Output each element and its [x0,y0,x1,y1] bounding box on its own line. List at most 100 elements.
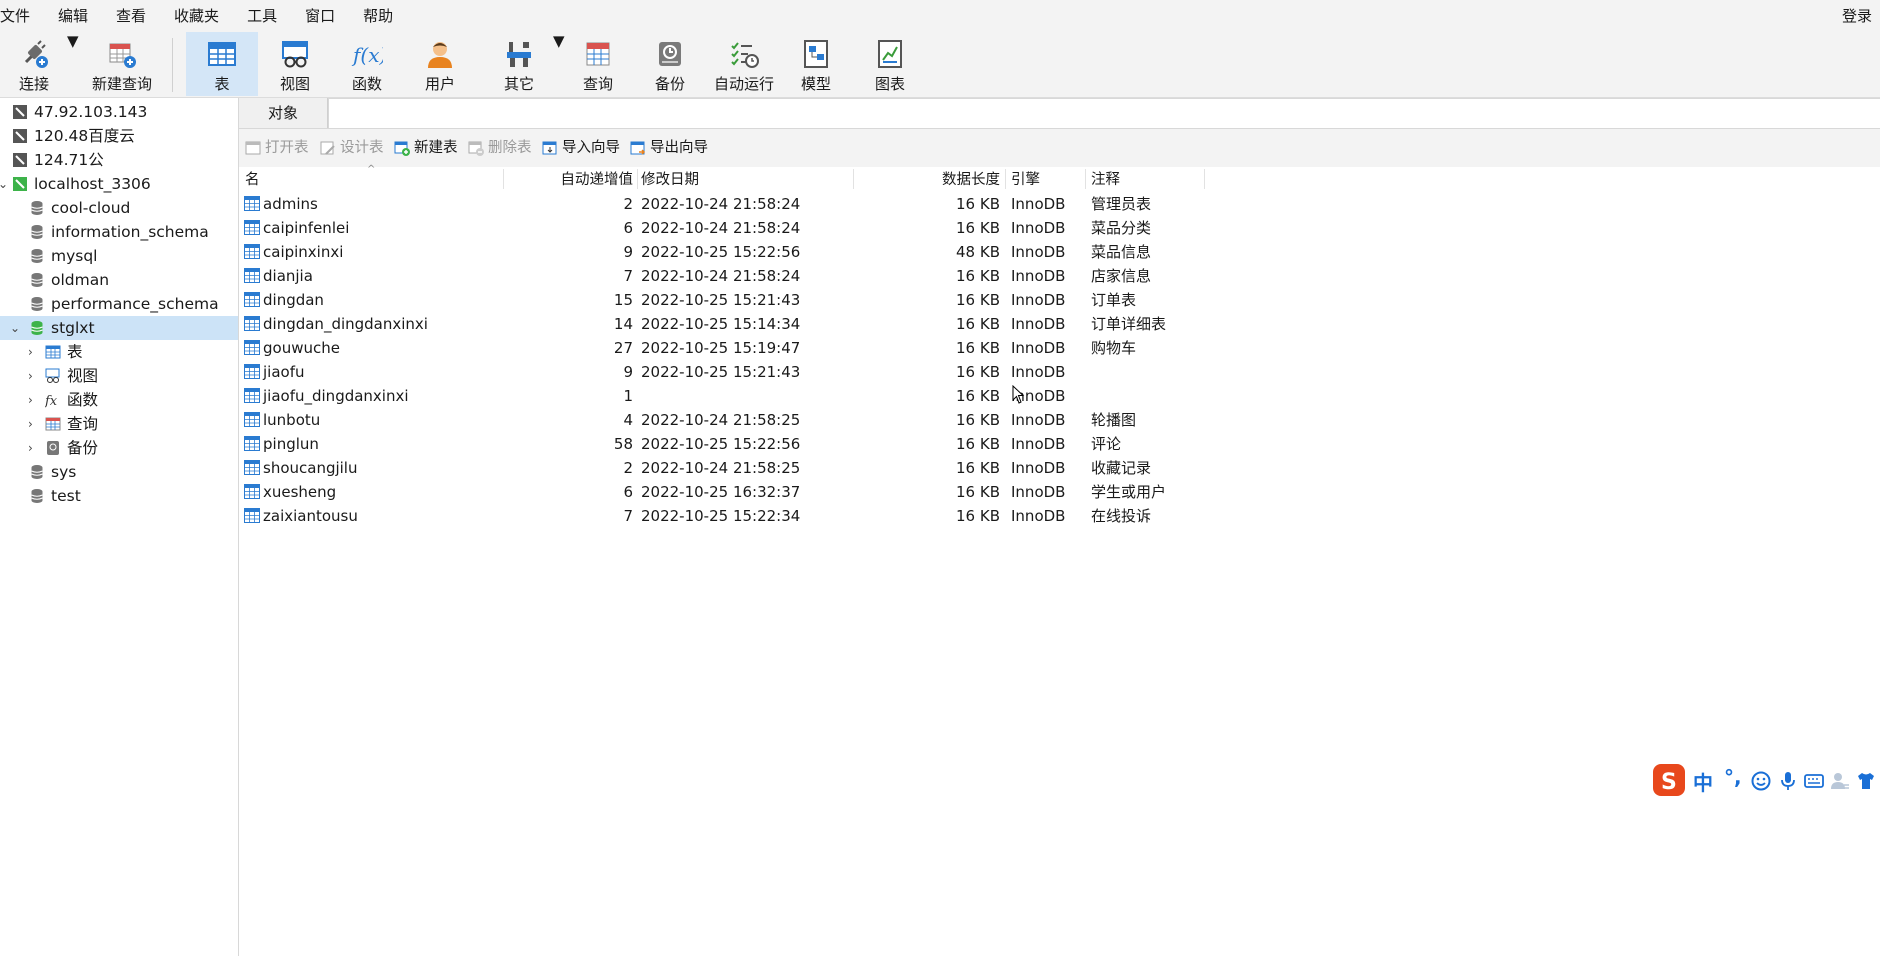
menu-window[interactable]: 窗口 [291,0,349,30]
table-row[interactable]: caipinfenlei 6 2022-10-24 21:58:24 16 KB Inn… [239,216,1239,240]
tree-database[interactable]: test [0,484,238,508]
tree-database[interactable]: cool-cloud [0,196,238,220]
design-table-button[interactable]: 设计表 [320,137,392,159]
tree-item-queries[interactable]: › 查询 [0,412,238,436]
column-header-auto-increment[interactable]: 自动递增值 [503,167,634,191]
tree-database[interactable]: oldman [0,268,238,292]
other-button[interactable]: 其它 [486,32,552,96]
table-row[interactable]: gouwuche 27 2022-10-25 15:19:47 16 KB InnoDB… [239,336,1239,360]
table-row[interactable]: jiaofu_dingdanxinxi 1 16 KB InnoDB [239,384,1239,408]
comment-cell: 店家信息 [1091,267,1152,285]
keyboard-icon[interactable] [1804,771,1824,791]
table-row[interactable]: lunbotu 4 2022-10-24 21:58:25 16 KB InnoDB 轮播… [239,408,1239,432]
chart-button[interactable]: 图表 [858,32,922,96]
skin-shirt-icon[interactable] [1856,771,1876,791]
table-row[interactable]: shoucangjilu 2 2022-10-24 21:58:25 16 KB Inn… [239,456,1239,480]
sogou-logo-icon[interactable]: S [1652,763,1686,797]
table-name-cell: lunbotu [263,411,321,429]
menu-help[interactable]: 帮助 [349,0,407,30]
column-header-modified-date[interactable]: 修改日期 [641,167,699,191]
menu-favorites[interactable]: 收藏夹 [160,0,233,30]
table-row[interactable]: jiaofu 9 2022-10-25 15:21:43 16 KB InnoDB [239,360,1239,384]
table-row[interactable]: admins 2 2022-10-24 21:58:24 16 KB InnoDB 管理员… [239,192,1239,216]
chevron-down-icon[interactable]: ⌄ [0,172,8,196]
data-length-cell: 48 KB [956,243,1000,261]
database-icon [31,273,43,287]
column-header-name[interactable]: 名 [245,167,260,191]
query-button[interactable]: 查询 [566,32,630,96]
menu-tools[interactable]: 工具 [233,0,291,30]
connect-dropdown-arrow[interactable]: ▼ [67,32,79,96]
table-name-cell: gouwuche [263,339,340,357]
export-wizard-button[interactable]: 导出向导 [630,137,716,159]
menu-file[interactable]: 文件 [0,0,44,30]
user-settings-icon[interactable] [1830,771,1850,791]
table-row[interactable]: zaixiantousu 7 2022-10-25 15:22:34 16 KB Inn… [239,504,1239,528]
table-row[interactable]: dianjia 7 2022-10-24 21:58:24 16 KB InnoDB 店家… [239,264,1239,288]
function-button[interactable]: f(x) 函数 [334,32,400,96]
auto-increment-cell: 1 [623,387,633,405]
view-button[interactable]: 视图 [262,32,328,96]
emoji-icon[interactable] [1751,771,1771,791]
backup-button[interactable]: 备份 [638,32,702,96]
tree-item-tables[interactable]: › 表 [0,340,238,364]
menu-view[interactable]: 查看 [102,0,160,30]
column-header-data-length[interactable]: 数据长度 [853,167,1000,191]
column-divider[interactable] [1005,169,1006,189]
tree-database[interactable]: sys [0,460,238,484]
modified-date-cell: 2022-10-24 21:58:25 [641,459,801,477]
modified-date-cell: 2022-10-24 21:58:24 [641,267,801,285]
model-button[interactable]: 模型 [784,32,848,96]
user-button[interactable]: 用户 [406,32,474,96]
tree-connection-localhost[interactable]: ⌄ localhost_3306 [0,172,238,196]
chevron-right-icon[interactable]: › [28,412,33,436]
new-query-button[interactable]: 新建查询 [78,32,166,96]
login-link[interactable]: 登录 [1842,0,1872,32]
tree-item-views[interactable]: › 视图 [0,364,238,388]
new-table-button[interactable]: 新建表 [394,137,466,159]
table-row[interactable]: caipinxinxi 9 2022-10-25 15:22:56 48 KB Inno… [239,240,1239,264]
tree-database-selected[interactable]: ⌄ stglxt [0,316,238,340]
column-divider[interactable] [637,169,638,189]
open-table-icon [245,141,261,155]
microphone-icon[interactable] [1778,771,1798,791]
open-table-button[interactable]: 打开表 [245,137,317,159]
other-dropdown-arrow[interactable]: ▼ [553,32,565,96]
auto-increment-cell: 15 [613,291,633,309]
tree-item-backups[interactable]: › 备份 [0,436,238,460]
engine-cell: InnoDB [1011,267,1066,285]
table-name-cell: dingdan_dingdanxinxi [263,315,428,333]
delete-table-button[interactable]: 删除表 [468,137,540,159]
tree-database[interactable]: performance_schema [0,292,238,316]
auto-run-button[interactable]: 自动运行 [708,32,780,96]
menu-edit[interactable]: 编辑 [44,0,102,30]
table-row[interactable]: xuesheng 6 2022-10-25 16:32:37 16 KB InnoDB 学… [239,480,1239,504]
chevron-right-icon[interactable]: › [28,364,33,388]
column-divider[interactable] [1085,169,1086,189]
tab-bar: 对象 [239,98,1880,129]
chevron-right-icon[interactable]: › [28,436,33,460]
table-row[interactable]: dingdan_dingdanxinxi 14 2022-10-25 15:14:3… [239,312,1239,336]
tree-connection[interactable]: 47.92.103.143 [0,100,238,124]
table-row[interactable]: pinglun 58 2022-10-25 15:22:56 16 KB InnoDB 评… [239,432,1239,456]
column-divider[interactable] [1204,169,1205,189]
connect-button[interactable]: 连接 [4,32,64,96]
tree-database[interactable]: mysql [0,244,238,268]
tree-connection[interactable]: 124.71公 [0,148,238,172]
engine-cell: InnoDB [1011,243,1066,261]
tree-database[interactable]: information_schema [0,220,238,244]
chevron-right-icon[interactable]: › [28,388,33,412]
tree-connection[interactable]: 120.48百度云 [0,124,238,148]
chevron-down-icon[interactable]: ⌄ [10,316,20,340]
table-button[interactable]: 表 [186,32,258,96]
import-wizard-button[interactable]: 导入向导 [542,137,628,159]
tab-objects[interactable]: 对象 [239,98,328,128]
column-header-comment[interactable]: 注释 [1091,167,1120,191]
table-row[interactable]: dingdan 15 2022-10-25 15:21:43 16 KB InnoDB 订… [239,288,1239,312]
ime-punctuation-toggle[interactable]: °, [1724,765,1742,789]
tree-item-functions[interactable]: › fx 函数 [0,388,238,412]
table-icon [244,508,260,523]
chevron-right-icon[interactable]: › [28,340,33,364]
ime-mode-toggle[interactable]: 中 [1693,767,1713,796]
column-header-engine[interactable]: 引擎 [1011,167,1040,191]
